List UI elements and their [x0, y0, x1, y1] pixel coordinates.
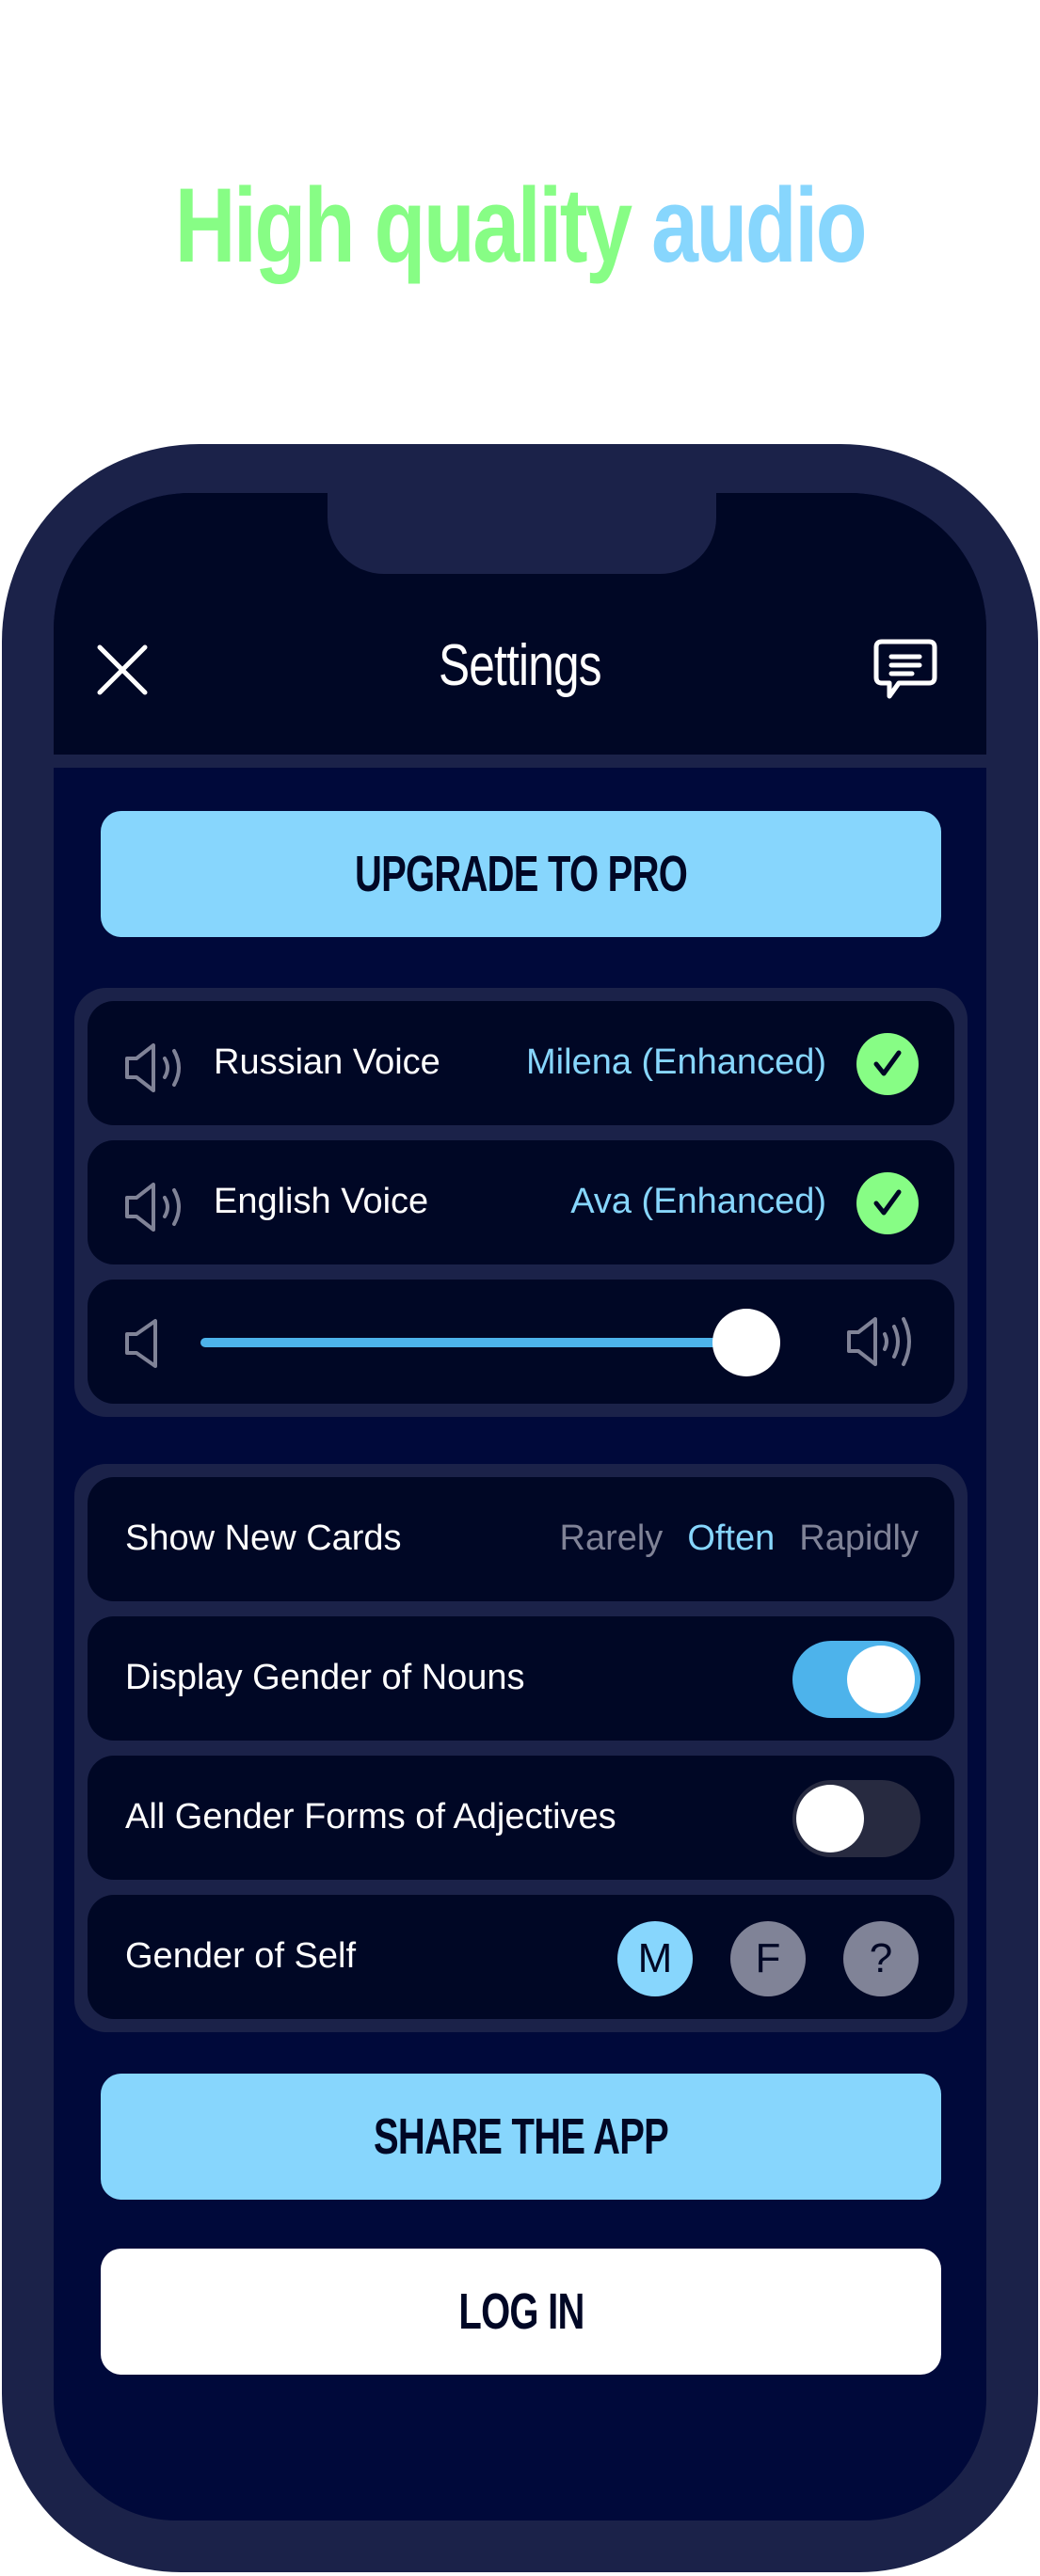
feedback-button[interactable] — [871, 636, 938, 704]
volume-slider-fill — [200, 1338, 747, 1347]
learning-settings-group: Show New Cards Rarely Often Rapidly Disp… — [74, 1464, 968, 2032]
all-gender-adjectives-toggle[interactable] — [792, 1780, 920, 1857]
log-in-button[interactable]: LOG IN — [101, 2249, 941, 2375]
close-icon — [97, 644, 148, 695]
toggle-knob — [847, 1646, 915, 1713]
phone-notch — [328, 493, 716, 574]
share-app-button[interactable]: SHARE THE APP — [101, 2074, 941, 2200]
gender-option-unspecified[interactable]: ? — [843, 1921, 919, 1996]
speaker-icon — [125, 1183, 181, 1232]
english-voice-label: English Voice — [214, 1182, 429, 1221]
english-voice-value[interactable]: Ava (Enhanced) — [570, 1182, 826, 1222]
english-voice-row[interactable]: English Voice Ava (Enhanced) — [88, 1140, 954, 1264]
headline-part-green: High quality — [174, 167, 632, 284]
gender-of-self-row: Gender of Self M F ? — [88, 1895, 954, 2019]
all-gender-adjectives-label: All Gender Forms of Adjectives — [125, 1797, 616, 1837]
option-often[interactable]: Often — [687, 1519, 775, 1559]
phone-screen: Settings UPGRADE TO PRO Russian Voice Mi… — [54, 493, 986, 2520]
gender-option-male[interactable]: M — [617, 1921, 693, 1996]
check-icon — [873, 1050, 902, 1076]
show-new-cards-row: Show New Cards Rarely Often Rapidly — [88, 1477, 954, 1601]
speaker-icon — [125, 1043, 181, 1092]
display-gender-nouns-row: Display Gender of Nouns — [88, 1616, 954, 1741]
phone-frame: Settings UPGRADE TO PRO Russian Voice Mi… — [2, 444, 1038, 2572]
russian-voice-value[interactable]: Milena (Enhanced) — [526, 1042, 826, 1083]
display-gender-nouns-label: Display Gender of Nouns — [125, 1658, 525, 1697]
russian-voice-check[interactable] — [856, 1033, 919, 1095]
show-new-cards-label: Show New Cards — [125, 1519, 402, 1558]
promo-headline: High quality audio — [104, 165, 936, 287]
gender-of-self-label: Gender of Self — [125, 1936, 357, 1976]
page-title: Settings — [438, 633, 602, 698]
option-rapidly[interactable]: Rapidly — [799, 1519, 919, 1559]
chat-bubble-icon — [873, 639, 937, 699]
volume-slider[interactable] — [200, 1309, 788, 1376]
russian-voice-label: Russian Voice — [214, 1042, 440, 1082]
headline-part-blue: audio — [651, 167, 867, 284]
toggle-knob — [796, 1785, 864, 1852]
option-rarely[interactable]: Rarely — [560, 1519, 664, 1559]
speaker-high-icon — [847, 1317, 911, 1366]
volume-row — [88, 1280, 954, 1404]
share-button-label: SHARE THE APP — [373, 2108, 669, 2165]
audio-settings-group: Russian Voice Milena (Enhanced) English … — [74, 988, 968, 1417]
upgrade-button-label: UPGRADE TO PRO — [354, 846, 688, 902]
gender-option-female[interactable]: F — [730, 1921, 806, 1996]
gender-selector: M F ? — [617, 1921, 919, 1996]
volume-slider-thumb[interactable] — [712, 1309, 781, 1376]
all-gender-adjectives-row: All Gender Forms of Adjectives — [88, 1756, 954, 1880]
display-gender-nouns-toggle[interactable] — [792, 1641, 920, 1718]
upgrade-to-pro-button[interactable]: UPGRADE TO PRO — [101, 811, 941, 937]
check-icon — [873, 1189, 902, 1216]
header-divider — [54, 755, 986, 768]
show-new-cards-segmented-control: Rarely Often Rapidly — [560, 1519, 920, 1559]
speaker-low-icon — [125, 1319, 157, 1368]
login-button-label: LOG IN — [457, 2283, 584, 2340]
english-voice-check[interactable] — [856, 1172, 919, 1234]
close-button[interactable] — [96, 644, 149, 696]
russian-voice-row[interactable]: Russian Voice Milena (Enhanced) — [88, 1001, 954, 1125]
